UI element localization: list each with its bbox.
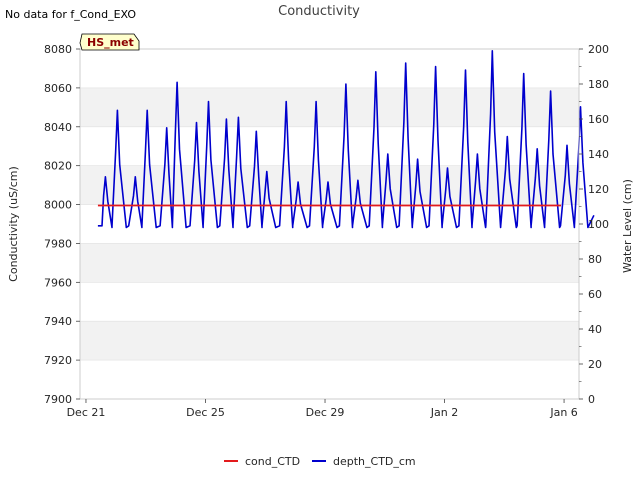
y2-tick-label: 40 [588,323,602,336]
conductivity-chart: No data for f_Cond_EXO Conductivity 7900… [5,4,634,468]
y2-tick-label: 180 [588,78,609,91]
y2-tick-label: 60 [588,288,602,301]
x-tick-label: Jan 6 [549,406,577,419]
grid-band [80,87,579,127]
y2-tick-label: 80 [588,253,602,266]
grid-bands [80,48,579,400]
y-tick-label: 7940 [44,315,72,328]
y-tick-label: 7960 [44,276,72,289]
grid-band [80,321,579,361]
x-tick-label: Dec 25 [186,406,225,419]
y-tick-label: 8040 [44,121,72,134]
x-tick-label: Dec 29 [306,406,345,419]
x-tick-label: Jan 2 [430,406,458,419]
y-tick-label: 8020 [44,160,72,173]
badge-label: HS_met [87,36,134,49]
y2-tick-label: 160 [588,113,609,126]
y-tick-label: 7900 [44,393,72,406]
grid-band [80,243,579,283]
y-axis-title: Conductivity (uS/cm) [7,166,20,282]
y-tick-label: 7920 [44,354,72,367]
y2-axis-title: Water Level (cm) [621,179,634,273]
y-tick-label: 8080 [44,43,72,56]
y2-tick-label: 200 [588,43,609,56]
hs-met-badge: HS_met [79,33,140,51]
chart-title: Conductivity [278,4,360,19]
legend-label-cond: cond_CTD [245,455,300,468]
y2-tick-label: 140 [588,148,609,161]
y2-tick-label: 120 [588,183,609,196]
x-tick-label: Dec 21 [67,406,106,419]
y-tick-label: 7980 [44,237,72,250]
y-tick-label: 8060 [44,82,72,95]
legend-label-depth: depth_CTD_cm [333,455,416,468]
no-data-note: No data for f_Cond_EXO [5,8,136,21]
y2-tick-label: 0 [588,393,595,406]
y-tick-label: 8000 [44,199,72,212]
y2-tick-label: 20 [588,358,602,371]
y2-tick-label: 100 [588,218,609,231]
legend: cond_CTD depth_CTD_cm [224,455,416,468]
